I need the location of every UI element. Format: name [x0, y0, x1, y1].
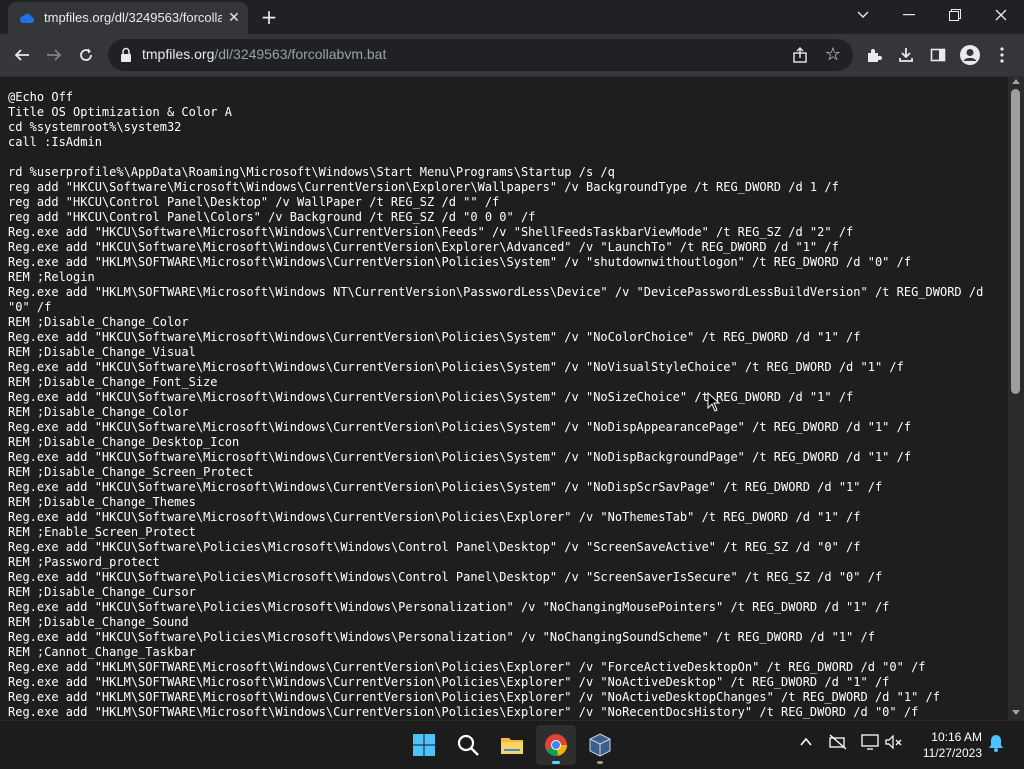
- code-line: @Echo Off: [8, 90, 74, 104]
- file-text: @Echo Off Title OS Optimization & Color A…: [8, 90, 983, 720]
- chevron-down-icon[interactable]: [840, 0, 886, 32]
- code-line: Reg.exe add "HKLM\SOFTWARE\Microsoft\Win…: [8, 705, 919, 719]
- taskbar: 10:16 AM 11/27/2023: [0, 720, 1024, 769]
- code-line: reg add "HKCU\Control Panel\Desktop" /v …: [8, 195, 500, 209]
- reload-icon[interactable]: [74, 43, 98, 67]
- code-line: REM ;Disable_Change_Sound: [8, 615, 189, 629]
- code-line: reg add "HKCU\Control Panel\Colors" /v B…: [8, 210, 536, 224]
- code-line: Reg.exe add "HKCU\Software\Microsoft\Win…: [8, 390, 854, 404]
- scrollbar-thumb[interactable]: [1011, 89, 1020, 394]
- forward-arrow-icon[interactable]: [42, 43, 66, 67]
- minimize-icon[interactable]: [886, 0, 932, 32]
- code-line: Reg.exe add "HKLM\SOFTWARE\Microsoft\Win…: [8, 285, 984, 299]
- code-line: REM ;Disable_Change_Themes: [8, 495, 196, 509]
- address-bar[interactable]: tmpfiles.org/dl/3249563/forcollabvm.bat …: [108, 39, 853, 71]
- notification-bell-icon[interactable]: [986, 734, 1006, 754]
- share-icon[interactable]: [788, 43, 812, 67]
- code-line: Reg.exe add "HKCU\Software\Microsoft\Win…: [8, 225, 854, 239]
- code-line: REM ;Disable_Change_Font_Size: [8, 375, 218, 389]
- file-content-view: @Echo Off Title OS Optimization & Color A…: [0, 77, 1008, 720]
- scroll-down-icon[interactable]: [1012, 710, 1020, 715]
- code-line: call :IsAdmin: [8, 135, 102, 149]
- code-line: Reg.exe add "HKCU\Software\Policies\Micr…: [8, 540, 861, 554]
- code-line: REM ;Disable_Change_Color: [8, 405, 189, 419]
- code-line: Reg.exe add "HKCU\Software\Microsoft\Win…: [8, 330, 861, 344]
- side-panel-icon[interactable]: [926, 43, 950, 67]
- running-app-indicator: [597, 761, 603, 764]
- code-line: Reg.exe add "HKCU\Software\Microsoft\Win…: [8, 420, 912, 434]
- download-icon[interactable]: [894, 43, 918, 67]
- code-line: REM ;Disable_Change_Cursor: [8, 585, 196, 599]
- lock-icon[interactable]: [120, 47, 132, 63]
- url-text[interactable]: tmpfiles.org/dl/3249563/forcollabvm.bat: [142, 46, 386, 62]
- code-line: Reg.exe add "HKCU\Software\Microsoft\Win…: [8, 510, 861, 524]
- code-line: REM ;Password_protect: [8, 555, 160, 569]
- scroll-up-icon[interactable]: [1012, 79, 1020, 84]
- chrome-icon[interactable]: [536, 725, 576, 765]
- code-line: REM ;Relogin: [8, 270, 95, 284]
- back-arrow-icon[interactable]: [10, 43, 34, 67]
- browser-toolbar: tmpfiles.org/dl/3249563/forcollabvm.bat …: [0, 34, 1024, 77]
- code-line: REM ;Cannot_Change_Taskbar: [8, 645, 196, 659]
- code-line: REM ;Disable_Change_Desktop_Icon: [8, 435, 240, 449]
- chevron-up-icon[interactable]: [796, 734, 816, 754]
- code-line: REM ;Disable_Change_Color: [8, 315, 189, 329]
- code-line: Reg.exe add "HKCU\Software\Microsoft\Win…: [8, 240, 839, 254]
- code-line: Reg.exe add "HKCU\Software\Microsoft\Win…: [8, 480, 883, 494]
- code-line: reg add "HKCU\Software\Microsoft\Windows…: [8, 180, 839, 194]
- close-icon[interactable]: ✕: [226, 10, 242, 26]
- tab-active[interactable]: tmpfiles.org/dl/3249563/forcollabvm.bat …: [8, 2, 248, 34]
- windows-start-icon[interactable]: [404, 725, 444, 765]
- code-line: Title OS Optimization & Color A: [8, 105, 232, 119]
- clock-date: 11/27/2023: [922, 746, 982, 760]
- search-icon[interactable]: [448, 725, 488, 765]
- code-line: Reg.exe add "HKCU\Software\Policies\Micr…: [8, 630, 875, 644]
- code-line: REM ;Enable_Screen_Protect: [8, 525, 196, 539]
- code-line: Reg.exe add "HKCU\Software\Microsoft\Win…: [8, 450, 912, 464]
- code-line: Reg.exe add "HKLM\SOFTWARE\Microsoft\Win…: [8, 690, 940, 704]
- code-line: rd %userprofile%\AppData\Roaming\Microso…: [8, 165, 615, 179]
- active-app-indicator: [552, 761, 560, 764]
- mouse-cursor-icon: [707, 392, 721, 412]
- tab-title: tmpfiles.org/dl/3249563/forcollabvm.bat: [44, 10, 222, 25]
- star-icon[interactable]: ☆: [821, 43, 845, 67]
- code-line: "0" /f: [8, 300, 52, 314]
- clock-time: 10:16 AM: [931, 730, 982, 744]
- code-line: Reg.exe add "HKLM\SOFTWARE\Microsoft\Win…: [8, 255, 912, 269]
- close-icon[interactable]: [978, 0, 1024, 32]
- vertical-scrollbar[interactable]: [1008, 77, 1024, 720]
- volume-muted-icon[interactable]: [884, 734, 904, 754]
- menu-icon[interactable]: [990, 43, 1014, 67]
- tab-strip: tmpfiles.org/dl/3249563/forcollabvm.bat …: [0, 0, 1024, 34]
- cloud-icon: [20, 13, 34, 24]
- restore-icon[interactable]: [932, 0, 978, 32]
- code-line: REM ;Disable_Change_Visual: [8, 345, 196, 359]
- code-line: Reg.exe add "HKCU\Software\Policies\Micr…: [8, 600, 890, 614]
- display-icon[interactable]: [860, 734, 880, 754]
- file-explorer-icon[interactable]: [492, 725, 532, 765]
- code-line: cd %systemroot%\system32: [8, 120, 182, 134]
- profile-icon[interactable]: [958, 43, 982, 67]
- code-line: Reg.exe add "HKCU\Software\Microsoft\Win…: [8, 360, 904, 374]
- url-host: tmpfiles.org: [142, 46, 215, 62]
- extensions-icon[interactable]: [862, 43, 886, 67]
- code-line: Reg.exe add "HKLM\SOFTWARE\Microsoft\Win…: [8, 660, 926, 674]
- code-line: Reg.exe add "HKLM\SOFTWARE\Microsoft\Win…: [8, 675, 890, 689]
- code-line: REM ;Disable_Change_Screen_Protect: [8, 465, 254, 479]
- url-path: /dl/3249563/forcollabvm.bat: [214, 46, 387, 62]
- virtualbox-icon[interactable]: [580, 725, 620, 765]
- network-off-icon[interactable]: [828, 734, 848, 754]
- plus-icon[interactable]: +: [258, 6, 280, 28]
- system-clock[interactable]: 10:16 AM 11/27/2023: [912, 729, 982, 761]
- code-line: Reg.exe add "HKCU\Software\Policies\Micr…: [8, 570, 883, 584]
